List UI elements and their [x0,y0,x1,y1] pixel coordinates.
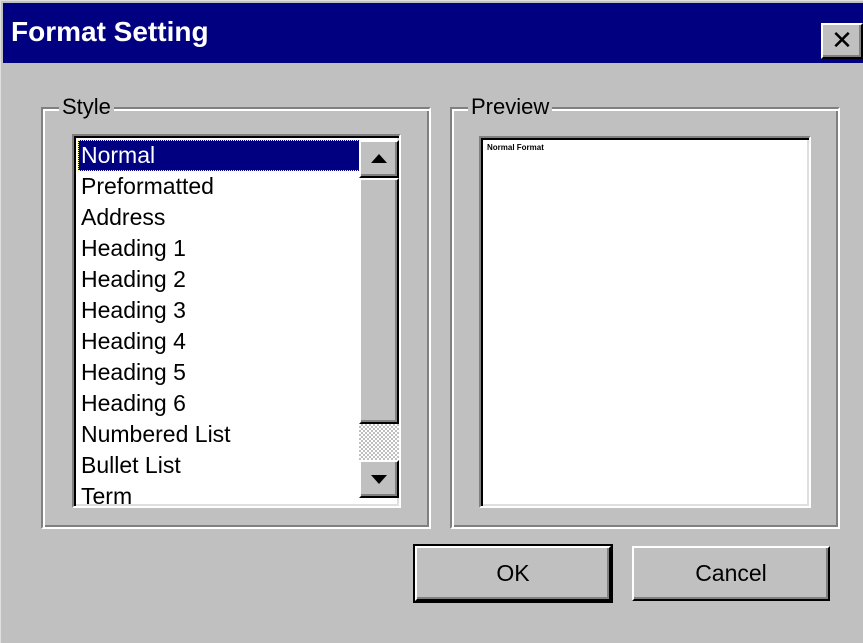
style-list-item[interactable]: Normal [78,140,360,171]
scroll-down-arrow-icon [371,475,387,484]
style-list-item[interactable]: Heading 1 [78,233,360,264]
scroll-up-button[interactable] [359,140,399,178]
style-list-item[interactable]: Heading 5 [78,357,360,388]
scroll-up-arrow-icon [371,154,387,163]
ok-button-label: OK [496,560,530,586]
style-groupbox: Style Normal Preformatted Address Heading 1… [41,95,431,529]
preview-groupbox: Preview Normal Format [450,95,840,529]
style-list-item[interactable]: Heading 4 [78,326,360,357]
style-list-scrollbar[interactable] [359,140,399,498]
style-list-item[interactable]: Heading 6 [78,388,360,419]
style-list-item[interactable]: Heading 2 [78,264,360,295]
title-bar[interactable]: Format Setting ✕ [3,3,863,63]
close-button[interactable]: ✕ [821,23,863,59]
style-list-item[interactable]: Preformatted [78,171,360,202]
cancel-button[interactable]: Cancel [632,546,830,601]
ok-button[interactable]: OK [413,544,613,603]
scroll-down-button[interactable] [359,460,399,498]
preview-sample-text: Normal Format [487,143,544,152]
style-list-items: Normal Preformatted Address Heading 1 Headin… [78,140,360,506]
format-setting-dialog: Format Setting ✕ Style Normal Preformatte… [0,0,863,643]
preview-pane: Normal Format [479,136,811,508]
style-list-item[interactable]: Address [78,202,360,233]
style-listbox[interactable]: Normal Preformatted Address Heading 1 Headin… [72,134,401,508]
close-icon: ✕ [831,25,853,55]
scroll-thumb[interactable] [359,178,399,424]
style-list-item[interactable]: Heading 3 [78,295,360,326]
dialog-title: Format Setting [11,16,209,47]
style-list-item[interactable]: Term [78,481,360,506]
style-list-item[interactable]: Bullet List [78,450,360,481]
cancel-button-label: Cancel [695,560,767,586]
preview-group-label: Preview [468,95,553,119]
style-list-item[interactable]: Numbered List [78,419,360,450]
style-group-label: Style [59,95,114,119]
